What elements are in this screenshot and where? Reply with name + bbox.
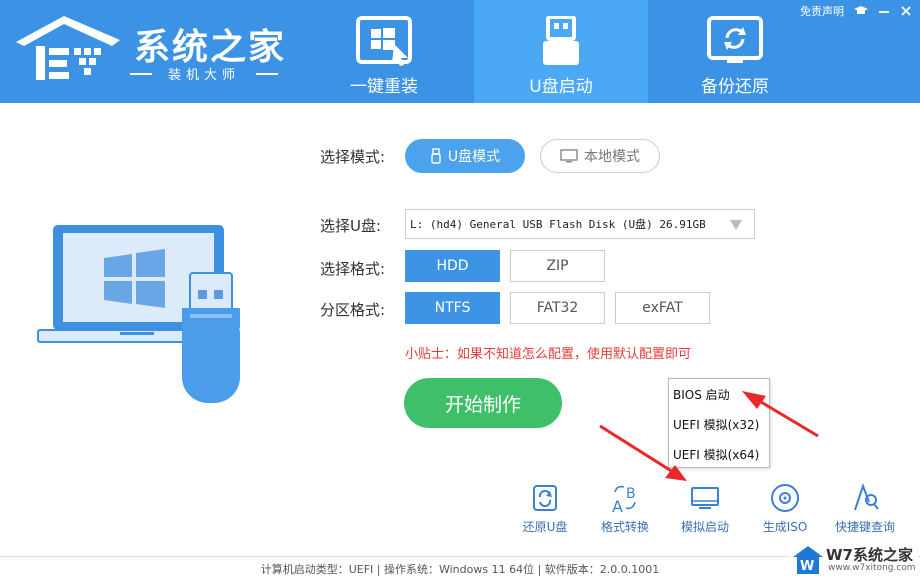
partition-label: 分区格式:: [320, 301, 386, 319]
format-label: 选择格式:: [320, 260, 386, 278]
format-zip-option[interactable]: ZIP: [510, 250, 605, 282]
tab-label: 备份还原: [701, 77, 769, 97]
format-hdd-option[interactable]: HDD: [405, 250, 500, 282]
tool-generate-iso[interactable]: 生成ISO: [745, 482, 825, 535]
window-controls: 免责声明: [800, 2, 912, 20]
partition-fat32-option[interactable]: FAT32: [510, 292, 605, 324]
tab-label: U盘启动: [529, 77, 593, 97]
tab-label: 一键重装: [350, 77, 418, 97]
watermark-url: www.w7xitong.com: [828, 563, 916, 573]
usb-drive-icon: [543, 16, 579, 65]
boot-mode-menu: BIOS 启动 UEFI 模拟(x32) UEFI 模拟(x64): [668, 378, 770, 468]
monitor-icon: [560, 149, 578, 163]
tool-format-convert[interactable]: AB 格式转换: [585, 482, 665, 535]
tool-hotkey-query[interactable]: 快捷键查询: [825, 482, 905, 535]
disclaimer-link[interactable]: 免责声明: [800, 3, 844, 19]
tab-reinstall[interactable]: 一键重装: [297, 0, 471, 103]
tab-backup-restore[interactable]: 备份还原: [648, 0, 822, 103]
app-logo: 系统之家 装机大师: [12, 10, 302, 90]
tool-simulate-boot[interactable]: 模拟启动: [665, 482, 745, 535]
graduation-cap-icon[interactable]: [854, 5, 868, 17]
usb-mode-button[interactable]: U盘模式: [405, 139, 525, 173]
menu-item-bios-boot[interactable]: BIOS 启动: [669, 379, 769, 409]
watermark: W W7系统之家 www.w7xitong.com: [790, 542, 918, 578]
start-make-button[interactable]: 开始制作: [404, 378, 562, 428]
svg-text:A: A: [612, 497, 623, 514]
house-logo-icon: [16, 16, 120, 80]
tool-label: 还原U盘: [522, 520, 568, 534]
watermark-title: W7系统之家: [826, 546, 913, 564]
hotkey-query-icon: [854, 483, 879, 511]
usb-mode-label: U盘模式: [447, 149, 501, 165]
logo-title: 系统之家: [134, 27, 287, 68]
dropdown-arrow-icon[interactable]: [730, 220, 742, 230]
mode-label: 选择模式:: [320, 148, 386, 166]
laptop-usb-illustration: [37, 225, 240, 403]
tab-usb-boot[interactable]: U盘启动: [474, 0, 648, 103]
windows-cursor-icon: [356, 16, 412, 66]
simulate-boot-icon: [691, 487, 719, 509]
app-window: 系统之家 装机大师 一键重装 U盘启动 备份还原 免责声明 选择模式: U盘模式…: [0, 0, 920, 580]
usb-drive-select[interactable]: L: (hd4) General USB Flash Disk (U盘) 26.…: [405, 209, 755, 239]
watermark-logo-icon: W: [793, 546, 823, 574]
local-mode-label: 本地模式: [584, 149, 640, 165]
partition-exfat-option[interactable]: exFAT: [615, 292, 710, 324]
tool-label: 快捷键查询: [834, 520, 895, 534]
usb-drive-value: L: (hd4) General USB Flash Disk (U盘) 26.…: [410, 218, 706, 231]
tool-restore-usb[interactable]: 还原U盘: [505, 482, 585, 535]
usb-icon: [431, 148, 441, 164]
menu-item-uefi-x32[interactable]: UEFI 模拟(x32): [669, 409, 769, 439]
tip-text: 小贴士：如果不知道怎么配置，使用默认配置即可: [405, 347, 692, 362]
usb-select-label: 选择U盘:: [320, 217, 382, 235]
status-footer: 计算机启动类型：UEFI | 操作系统：Windows 11 64位 | 软件版…: [0, 556, 920, 580]
minimize-icon[interactable]: [878, 5, 890, 17]
backup-restore-icon: [707, 16, 763, 63]
svg-text:B: B: [626, 486, 636, 502]
close-icon[interactable]: [900, 5, 912, 17]
tool-label: 模拟启动: [680, 520, 729, 534]
generate-iso-icon: [771, 484, 799, 512]
header-bar: 系统之家 装机大师 一键重装 U盘启动 备份还原 免责声明: [0, 0, 920, 103]
restore-usb-icon: [533, 485, 557, 511]
partition-ntfs-option[interactable]: NTFS: [405, 292, 500, 324]
tool-label: 生成ISO: [762, 520, 808, 534]
logo-subtitle: 装机大师: [130, 64, 278, 83]
format-convert-icon: AB: [612, 485, 636, 514]
menu-item-uefi-x64[interactable]: UEFI 模拟(x64): [669, 439, 769, 469]
local-mode-button[interactable]: 本地模式: [540, 139, 660, 173]
tool-label: 格式转换: [600, 520, 649, 534]
svg-text:W: W: [800, 559, 814, 574]
